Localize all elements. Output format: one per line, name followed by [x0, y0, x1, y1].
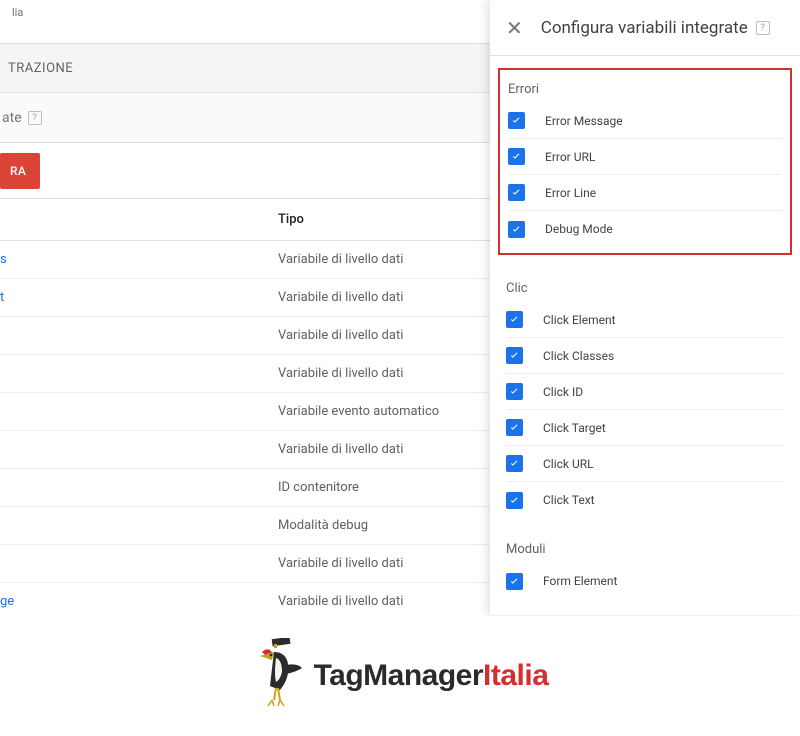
checkbox-checked-icon[interactable] [506, 347, 523, 364]
variable-label: Debug Mode [545, 222, 613, 236]
variable-label: Click Text [543, 493, 595, 507]
variable-label: Click Target [543, 421, 606, 435]
checkbox-checked-icon[interactable] [508, 148, 525, 165]
variable-type: Variabile di livello dati [278, 556, 403, 571]
variable-section: Clic Click Element Click Classes Click ID Cl… [490, 267, 800, 528]
variable-type: Variabile di livello dati [278, 442, 403, 457]
checkbox-checked-icon[interactable] [506, 492, 523, 509]
help-icon[interactable]: ? [28, 111, 42, 125]
variable-checkbox-row[interactable]: Error Message [508, 103, 782, 139]
variable-checkbox-row[interactable]: Click Classes [506, 338, 784, 374]
variable-type: Variabile di livello dati [278, 290, 403, 305]
section-title: Moduli [506, 534, 784, 563]
variable-type: Modalità debug [278, 518, 368, 533]
variable-type: Variabile di livello dati [278, 328, 403, 343]
checkbox-checked-icon[interactable] [506, 419, 523, 436]
configure-button-label: RA [10, 164, 26, 178]
checkbox-checked-icon[interactable] [506, 383, 523, 400]
variable-checkbox-row[interactable]: Error URL [508, 139, 782, 175]
help-icon[interactable]: ? [756, 21, 770, 35]
checkbox-checked-icon[interactable] [508, 184, 525, 201]
brand-text: TagManagerItalia [314, 659, 549, 693]
configure-panel: ✕ Configura variabili integrate ? Errori… [490, 0, 800, 615]
panel-header: ✕ Configura variabili integrate ? [490, 0, 800, 56]
variable-checkbox-row[interactable]: Click URL [506, 446, 784, 482]
branding-footer: TagManagerItalia [0, 616, 800, 736]
variable-label: Error Message [545, 114, 623, 128]
panel-title: Configura variabili integrate [541, 18, 748, 38]
tab-label[interactable]: TRAZIONE [8, 61, 73, 76]
variable-checkbox-row[interactable]: Click ID [506, 374, 784, 410]
checkbox-checked-icon[interactable] [508, 112, 525, 129]
variable-checkbox-row[interactable]: Click Target [506, 410, 784, 446]
close-icon[interactable]: ✕ [506, 16, 523, 40]
column-header-type: Tipo [278, 212, 304, 227]
variable-label: Click URL [543, 457, 594, 471]
variable-label: Click ID [543, 385, 583, 399]
variable-label: Form Element [543, 574, 617, 588]
variable-section: Errori Error Message Error URL Error Line De… [498, 68, 792, 255]
checkbox-checked-icon[interactable] [506, 573, 523, 590]
variable-checkbox-row[interactable]: Error Line [508, 175, 782, 211]
variable-label: Error URL [545, 150, 595, 164]
variable-name-link[interactable]: t [0, 290, 278, 305]
variable-type: Variabile evento automatico [278, 404, 439, 419]
subheader-text: ate [2, 110, 22, 126]
section-title: Errori [508, 74, 782, 103]
variable-checkbox-row[interactable]: Debug Mode [508, 211, 782, 247]
variable-checkbox-row[interactable]: Form Element [506, 563, 784, 599]
woodpecker-logo-icon [252, 638, 306, 714]
variable-label: Error Line [545, 186, 596, 200]
checkbox-checked-icon[interactable] [508, 221, 525, 238]
variable-name-link[interactable]: s [0, 252, 278, 267]
variable-type: Variabile di livello dati [278, 252, 403, 267]
variable-checkbox-row[interactable]: Click Element [506, 302, 784, 338]
checkbox-checked-icon[interactable] [506, 311, 523, 328]
variable-section: Moduli Form Element [490, 528, 800, 609]
variable-label: Click Classes [543, 349, 614, 363]
variable-type: ID contenitore [278, 480, 359, 495]
variable-checkbox-row[interactable]: Click Text [506, 482, 784, 518]
variable-name-link[interactable]: ge [0, 594, 278, 609]
variable-label: Click Element [543, 313, 616, 327]
checkbox-checked-icon[interactable] [506, 455, 523, 472]
variable-type: Variabile di livello dati [278, 594, 403, 609]
section-title: Clic [506, 273, 784, 302]
configure-button[interactable]: RA [0, 153, 40, 189]
variable-type: Variabile di livello dati [278, 366, 403, 381]
